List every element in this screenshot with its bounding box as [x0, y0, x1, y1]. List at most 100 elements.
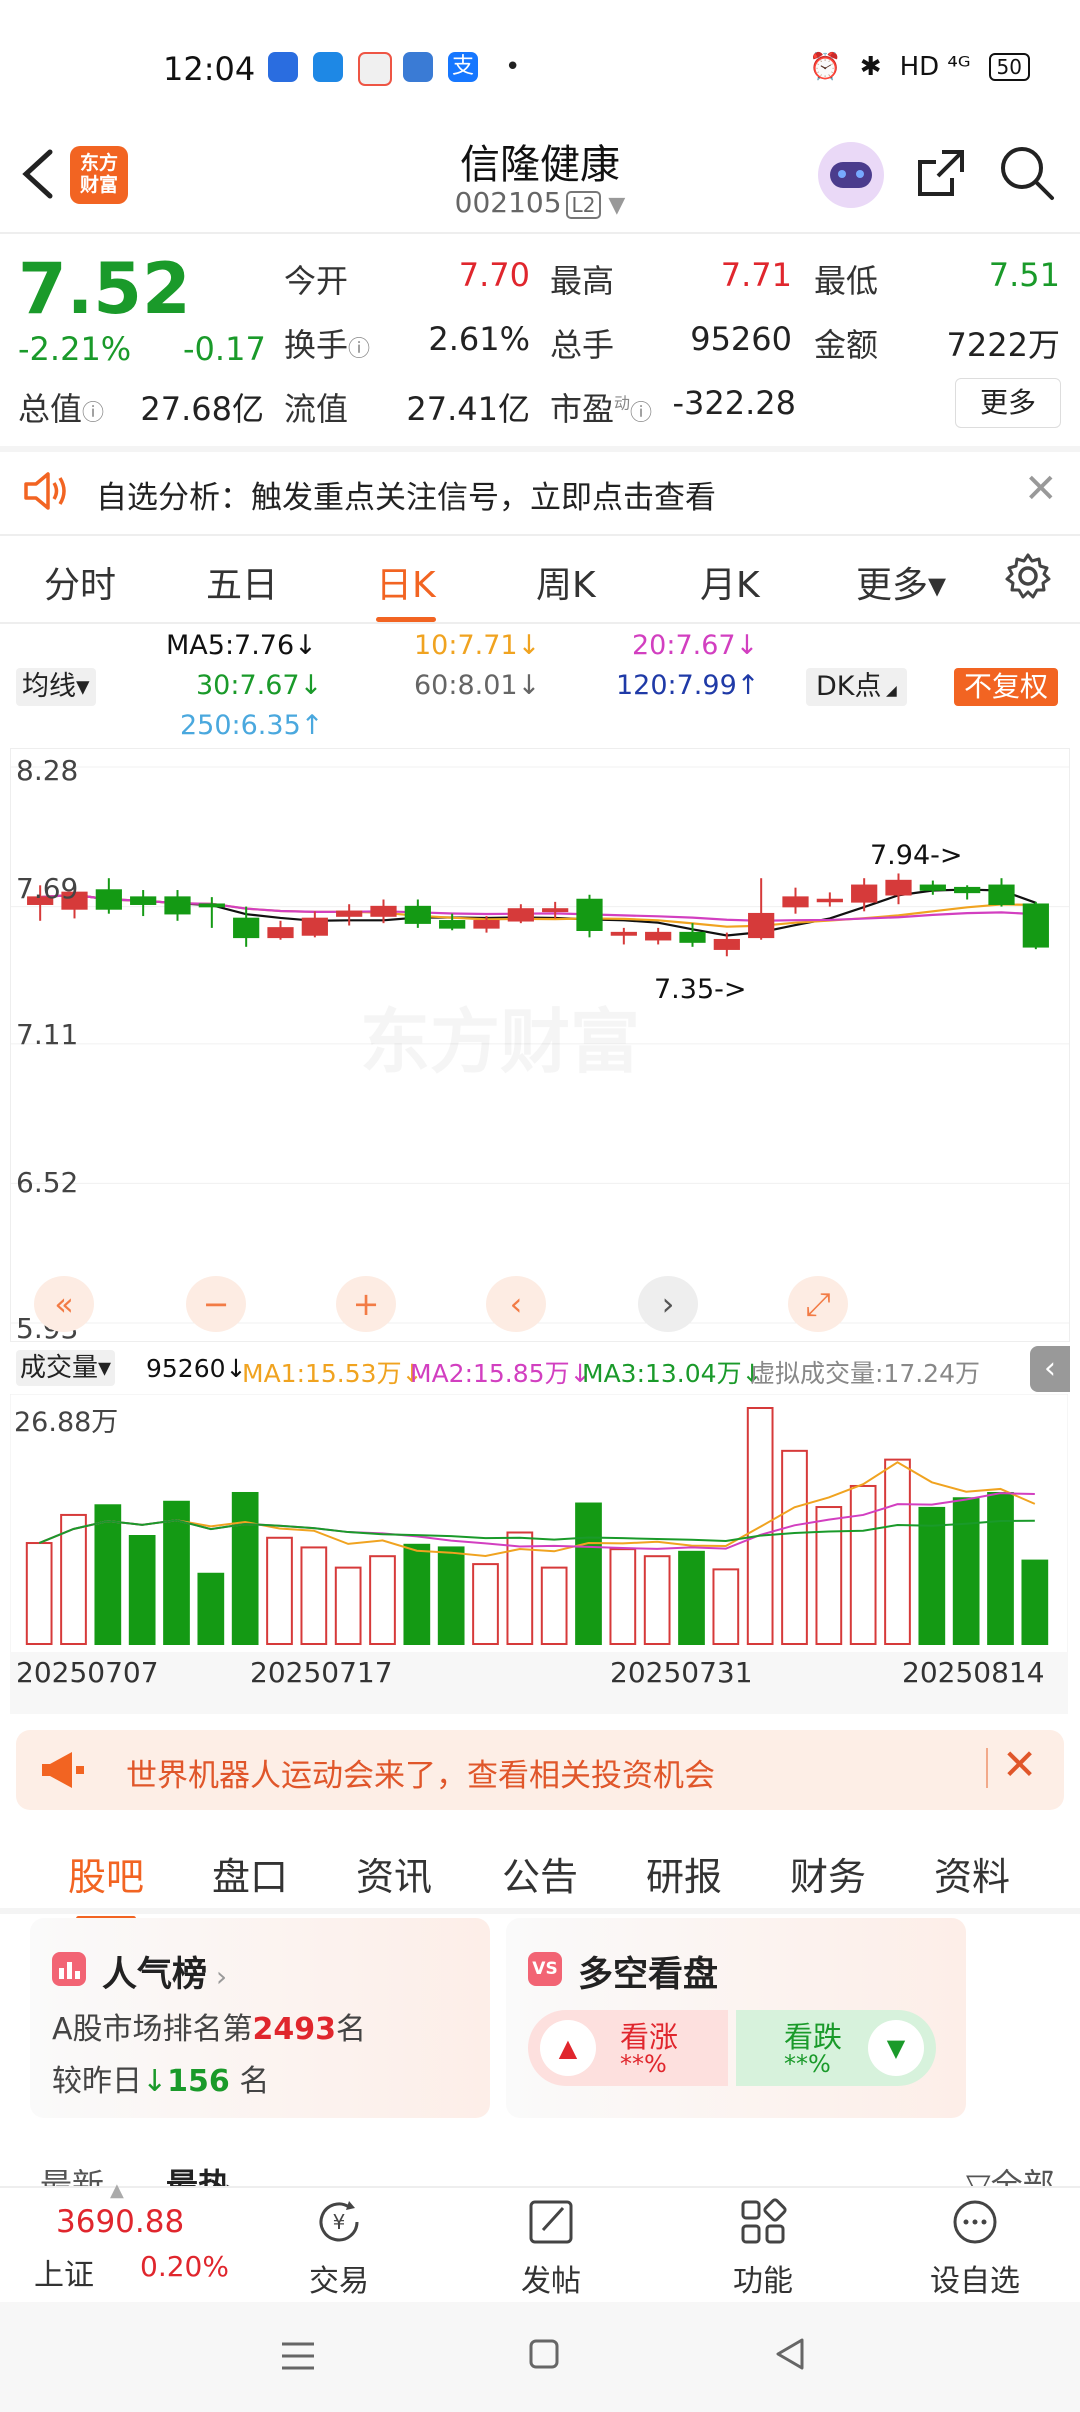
close-icon[interactable]: ✕ [1002, 1740, 1037, 1789]
app-notification-icon [313, 52, 343, 82]
candle-body [370, 905, 397, 917]
candle-body [782, 896, 809, 908]
volume-bar [609, 1548, 637, 1645]
tab-monthly-k[interactable]: 月K [700, 556, 760, 608]
volume-selector[interactable]: 成交量▾ [16, 1350, 116, 1386]
info-icon[interactable]: ⓘ [82, 401, 104, 426]
volume-bar [678, 1550, 705, 1645]
tab-announcement[interactable]: 公告 [502, 1846, 578, 1901]
back-nav-icon[interactable] [770, 2334, 810, 2378]
share-icon[interactable] [912, 144, 970, 206]
high-annotation: 7.94-> [870, 840, 963, 871]
sentiment-card[interactable]: VS 多空看盘 ▲ 看涨 **% 看跌 **% ▼ [506, 1918, 966, 2118]
volume-bar [403, 1543, 431, 1646]
zoom-in-button[interactable]: + [336, 1276, 396, 1332]
nav-functions[interactable]: 功能 [708, 2188, 818, 2300]
mktcap-label: 总值ⓘ [18, 390, 105, 428]
vol-ma2: MA2:15.85万↓ [410, 1359, 591, 1388]
next-button[interactable]: › [638, 1276, 698, 1332]
popularity-card[interactable]: 人气榜 › A股市场排名第2493名 较昨日↓156 名 [30, 1918, 490, 2118]
edit-icon [496, 2196, 606, 2256]
rank-text: A股市场排名第2493名 [52, 2012, 367, 2047]
ma20-label: 20:7.67↓ [632, 630, 759, 661]
tab-more[interactable]: 更多▾ [856, 556, 946, 608]
tab-five-day[interactable]: 五日 [206, 556, 278, 608]
amount-label: 金额 [814, 326, 879, 364]
candle-body [885, 879, 912, 896]
ma250-label: 250:6.35↑ [180, 710, 324, 741]
tab-news[interactable]: 资讯 [356, 1846, 432, 1901]
nav-trade[interactable]: ¥ 交易 [284, 2188, 394, 2300]
grid-icon [708, 2196, 818, 2256]
menu-icon[interactable] [278, 2338, 318, 2378]
promo-banner[interactable]: 世界机器人运动会来了，查看相关投资机会 ✕ [16, 1730, 1064, 1810]
close-icon[interactable]: ✕ [1024, 466, 1058, 512]
tab-profile[interactable]: 资料 [934, 1846, 1010, 1901]
gear-icon[interactable] [1004, 552, 1052, 604]
pe-value: -322.28 [672, 384, 796, 422]
tab-pankou[interactable]: 盘口 [212, 1846, 288, 1901]
app-notification-icon [358, 52, 392, 86]
y-tick: 7.11 [16, 1018, 79, 1051]
ma-selector[interactable]: 均线▾ [16, 668, 96, 706]
candle-body [542, 908, 569, 913]
tab-intraday[interactable]: 分时 [44, 556, 116, 608]
tab-weekly-k[interactable]: 周K [536, 556, 596, 608]
nav-post[interactable]: 发帖 [496, 2188, 606, 2300]
info-icon[interactable]: ⓘ [630, 401, 652, 426]
tab-research[interactable]: 研报 [646, 1846, 722, 1901]
date-label: 20250707 [16, 1656, 159, 1689]
volume-bar [60, 1513, 87, 1645]
collapse-button[interactable]: ‹ [1030, 1346, 1070, 1392]
robot-assistant-icon[interactable] [818, 142, 884, 208]
volume-bar [334, 1566, 362, 1645]
bull-button[interactable]: ▲ 看涨 **% [528, 2010, 728, 2086]
nav-add-watchlist[interactable]: 设自选 [920, 2188, 1030, 2300]
ma120-label: 120:7.99↑ [616, 670, 760, 701]
zoom-out-button[interactable]: − [186, 1276, 246, 1332]
volume-value: 95260↓ [146, 1354, 247, 1383]
tab-daily-k[interactable]: 日K [376, 556, 436, 622]
volume-bar [128, 1535, 156, 1645]
index-ticker[interactable]: ▲ 3690.88 上证 0.20% [0, 2180, 240, 2304]
prev-button[interactable]: ‹ [486, 1276, 546, 1332]
bear-button[interactable]: 看跌 **% ▼ [736, 2010, 936, 2086]
sentiment-title: 多空看盘 [578, 1955, 719, 1995]
candle-body [507, 908, 534, 922]
more-icon [920, 2196, 1030, 2256]
home-icon[interactable] [526, 2336, 562, 2376]
fullscreen-button[interactable]: ⤢ [788, 1276, 848, 1332]
volume-bar [1021, 1559, 1049, 1645]
rewind-button[interactable]: « [34, 1276, 94, 1332]
candle-body [1022, 903, 1049, 948]
change-percent: -2.21% [18, 330, 132, 368]
analysis-notice[interactable]: 自选分析：触发重点关注信号，立即点击查看 ✕ [0, 450, 1080, 530]
ranking-icon [52, 1952, 86, 1986]
app-notification-icon [403, 52, 433, 82]
volume-bar [575, 1502, 602, 1646]
status-bar: 12:04 支 • ⏰ ✱ HD ⁴ᴳ 50 [0, 0, 1080, 140]
candle-body [816, 898, 843, 903]
divider [0, 622, 1080, 624]
volume-bar [231, 1491, 259, 1645]
info-icon[interactable]: ⓘ [348, 337, 370, 362]
dk-point-selector[interactable]: DK点 ◢ [806, 668, 907, 706]
volume-bar [369, 1555, 396, 1645]
search-icon[interactable] [998, 144, 1056, 206]
float-label: 流值 [284, 390, 349, 428]
ma10-label: 10:7.71↓ [414, 630, 541, 661]
volume-bar [437, 1546, 465, 1645]
volume-bar [952, 1497, 980, 1645]
chevron-down-icon: ▼ [601, 193, 626, 218]
volume-bar [300, 1546, 328, 1645]
tab-guba[interactable]: 股吧 [68, 1846, 144, 1921]
level2-badge: L2 [565, 191, 602, 219]
bear-value: **% [784, 2050, 831, 2078]
more-button[interactable]: 更多 [955, 378, 1061, 428]
tab-finance[interactable]: 财务 [790, 1846, 866, 1901]
candle-body [164, 896, 191, 915]
index-percent: 0.20% [140, 2250, 229, 2283]
index-name: 上证 [34, 2258, 94, 2293]
fuquan-button[interactable]: 不复权 [954, 668, 1059, 706]
ma5-label: MA5:7.76↓ [166, 630, 317, 661]
